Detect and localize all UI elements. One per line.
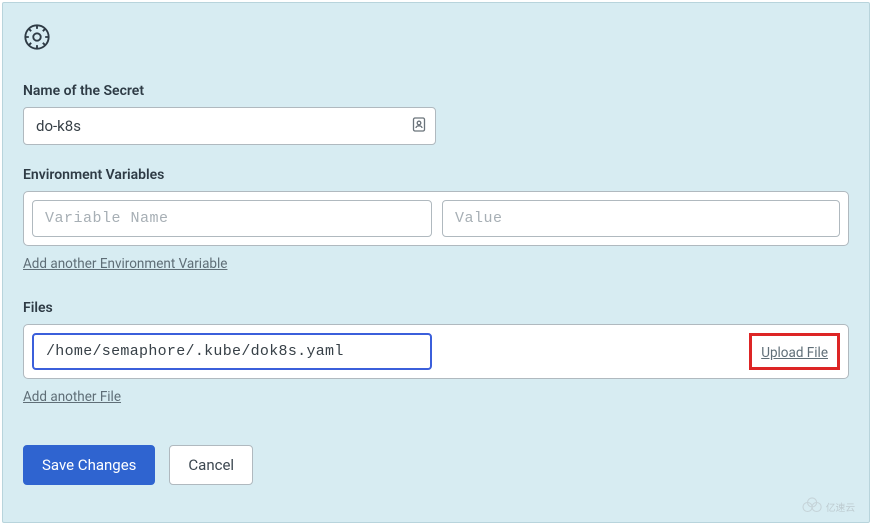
add-env-var-link[interactable]: Add another Environment Variable <box>23 256 227 272</box>
name-section: Name of the Secret <box>23 83 849 145</box>
files-label: Files <box>23 300 849 316</box>
env-var-name-input[interactable] <box>32 200 432 237</box>
upload-file-link[interactable]: Upload File <box>761 345 828 361</box>
env-vars-label: Environment Variables <box>23 167 849 183</box>
name-label: Name of the Secret <box>23 83 849 99</box>
file-path-input[interactable] <box>32 333 432 370</box>
env-vars-section: Environment Variables Add another Enviro… <box>23 167 849 272</box>
secret-name-input[interactable] <box>23 107 436 145</box>
contact-card-icon <box>412 116 426 136</box>
add-file-link[interactable]: Add another File <box>23 389 121 405</box>
watermark-logo: 亿速云 <box>800 495 868 523</box>
name-input-wrap <box>23 107 436 145</box>
env-var-row <box>23 191 849 246</box>
save-button[interactable]: Save Changes <box>23 445 155 485</box>
file-row: Upload File <box>23 324 849 379</box>
button-row: Save Changes Cancel <box>23 445 849 485</box>
svg-text:亿速云: 亿速云 <box>826 501 856 514</box>
settings-icon <box>23 23 849 55</box>
env-var-value-input[interactable] <box>442 200 840 237</box>
files-section: Files Upload File Add another File <box>23 300 849 405</box>
upload-highlight-box: Upload File <box>749 333 840 370</box>
secret-form-panel: Name of the Secret Environment Variables… <box>2 2 870 523</box>
cancel-button[interactable]: Cancel <box>169 445 253 485</box>
